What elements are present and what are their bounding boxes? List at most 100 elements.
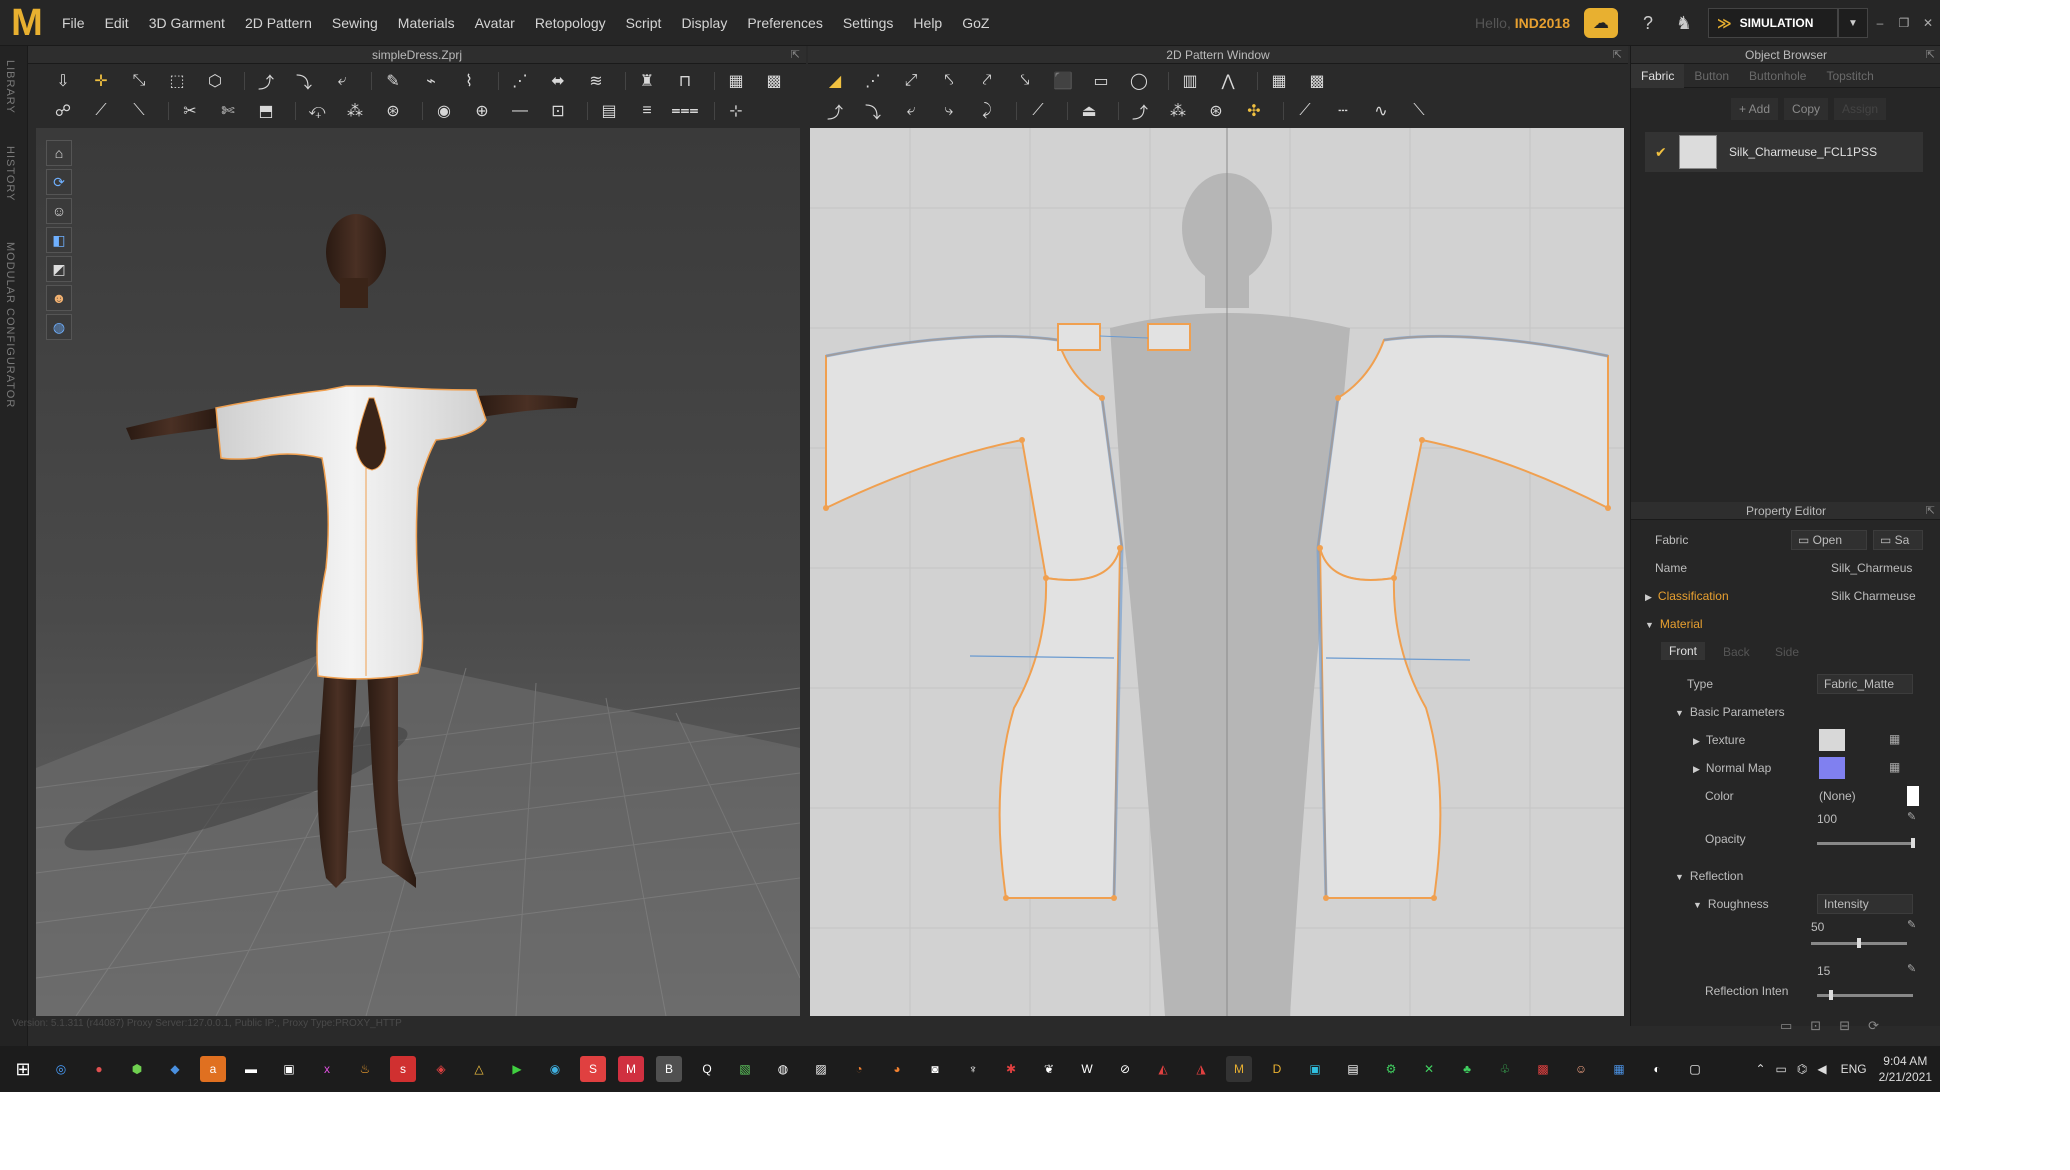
tray-arrow-icon[interactable]: ⌃ <box>1755 1062 1765 1076</box>
rectangle-icon[interactable]: ▭ <box>1086 67 1116 95</box>
snap-icon[interactable]: ⊹ <box>721 97 751 125</box>
arrange-point-icon[interactable]: ⤴ <box>1125 97 1155 125</box>
buttonhole-icon[interactable]: ⊛ <box>378 97 408 125</box>
menu-settings[interactable]: Settings <box>833 0 904 46</box>
app-blender2-icon[interactable]: ◕ <box>884 1056 910 1082</box>
measure-line-icon[interactable]: ⟋ <box>1290 97 1320 125</box>
internal-polygon-icon[interactable]: ▥ <box>1175 67 1205 95</box>
trim-icon[interactable]: ◉ <box>429 97 459 125</box>
app-ds-icon[interactable]: D <box>1264 1056 1290 1082</box>
layout-2d-icon[interactable]: ⊟ <box>1839 1018 1850 1034</box>
lock-icon[interactable]: ⊡ <box>543 97 573 125</box>
menu-materials[interactable]: Materials <box>388 0 465 46</box>
prop-reflection[interactable]: ▼ Reflection <box>1631 862 1940 890</box>
app-sm-icon[interactable]: ▣ <box>276 1056 302 1082</box>
copy-button[interactable]: Copy <box>1784 98 1829 120</box>
tack-icon[interactable]: ⤵ <box>289 67 319 95</box>
scissors-icon[interactable]: ✂ <box>175 97 205 125</box>
grid-2d-icon[interactable]: ▦ <box>1264 67 1294 95</box>
shirt-icon[interactable]: ♜ <box>632 67 662 95</box>
view-globe-icon[interactable]: ◍ <box>46 314 72 340</box>
edit-curve-icon[interactable]: ⤢ <box>896 67 926 95</box>
pattern-button-icon[interactable]: ⁂ <box>1163 97 1193 125</box>
tape-icon[interactable]: ⌇ <box>454 67 484 95</box>
app-circle-icon[interactable]: ⊘ <box>1112 1056 1138 1082</box>
edit-point-icon[interactable]: ⋰ <box>858 67 888 95</box>
cut-icon[interactable]: ✄ <box>213 97 243 125</box>
prop-classification[interactable]: ▶ Classification Silk Charmeuse <box>1631 582 1940 610</box>
menu-sewing[interactable]: Sewing <box>322 0 388 46</box>
prop-roughness[interactable]: ▼ Roughness Intensity <box>1631 890 1940 918</box>
app-uv-icon[interactable]: ♆ <box>960 1056 986 1082</box>
zipper-icon[interactable]: ⤽ <box>302 97 332 125</box>
restore-icon[interactable]: ❐ <box>1892 16 1916 30</box>
tack-remove-icon[interactable]: ⤶ <box>327 67 357 95</box>
app-play-icon[interactable]: ▶ <box>504 1056 530 1082</box>
app-red-icon[interactable]: ● <box>86 1056 112 1082</box>
menu-preferences[interactable]: Preferences <box>737 0 832 46</box>
pen-icon[interactable]: ✎ <box>1907 962 1916 975</box>
app-photo2-icon[interactable]: ▦ <box>1606 1056 1632 1082</box>
app-face-icon[interactable]: ☺ <box>1568 1056 1594 1082</box>
tab-side[interactable]: Side <box>1775 645 1799 659</box>
popout-icon[interactable]: ⇱ <box>791 46 800 64</box>
mode-dropdown-arrow[interactable]: ▼ <box>1838 8 1868 38</box>
pin-icon[interactable]: ⤴ <box>251 67 281 95</box>
menu-2d-pattern[interactable]: 2D Pattern <box>235 0 322 46</box>
side-tab-history[interactable]: HISTORY <box>4 146 16 202</box>
brush-icon[interactable]: ⟋ <box>86 97 116 125</box>
roughness-mode-select[interactable]: Intensity <box>1817 894 1913 914</box>
refresh-icon[interactable]: ⟳ <box>1868 1018 1879 1034</box>
texture-swatch[interactable] <box>1819 729 1845 751</box>
dart-icon[interactable]: ⋀ <box>1213 67 1243 95</box>
side-tab-modular-configurator[interactable]: MODULAR CONFIGURATOR <box>4 242 16 408</box>
tray-language[interactable]: ENG <box>1841 1062 1867 1076</box>
viewport-2d[interactable] <box>810 128 1624 1016</box>
popout-icon[interactable]: ⇱ <box>1613 46 1622 64</box>
transform-icon[interactable]: ⬚ <box>162 67 192 95</box>
seam-remove-icon[interactable]: ⤸ <box>972 97 1002 125</box>
app-r2-icon[interactable]: ◮ <box>1188 1056 1214 1082</box>
view-rotate-icon[interactable]: ⟳ <box>46 169 72 195</box>
seam-multi-icon[interactable]: ⤶ <box>896 97 926 125</box>
popout-icon[interactable]: ⇱ <box>1926 46 1935 64</box>
roughness-slider-knob[interactable] <box>1857 938 1861 948</box>
arrange-icon[interactable]: ⩶ <box>670 97 700 125</box>
stack-icon[interactable]: ≡ <box>632 97 662 125</box>
app-q-icon[interactable]: Q <box>694 1056 720 1082</box>
app-tree2-icon[interactable]: ♧ <box>1492 1056 1518 1082</box>
app-s4-icon[interactable]: S <box>580 1056 606 1082</box>
app-xn-icon[interactable]: x <box>314 1056 340 1082</box>
menu-goz[interactable]: GoZ <box>952 0 999 46</box>
tray-volume-icon[interactable]: ◀ <box>1817 1062 1826 1076</box>
app-wing-icon[interactable]: ❦ <box>1036 1056 1062 1082</box>
app-screen-icon[interactable]: ▢ <box>1682 1056 1708 1082</box>
topstitch-icon[interactable]: ⋰ <box>505 67 535 95</box>
prop-texture[interactable]: ▶ Texture ▦ <box>1631 726 1940 754</box>
name-value[interactable]: Silk_Charmeus <box>1831 561 1931 575</box>
app-blue-icon[interactable]: ◆ <box>162 1056 188 1082</box>
transform-pattern-icon[interactable]: ⤥ <box>1010 67 1040 95</box>
app-x-icon[interactable]: ✕ <box>1416 1056 1442 1082</box>
menu-retopology[interactable]: Retopology <box>525 0 616 46</box>
circle-icon[interactable]: ◯ <box>1124 67 1154 95</box>
tray-clock[interactable]: 9:04 AM 2/21/2021 <box>1879 1053 1932 1085</box>
open-button[interactable]: ▭ Open <box>1791 530 1867 550</box>
fold-icon[interactable]: ⬡ <box>200 67 230 95</box>
view-skin-icon[interactable]: ☻ <box>46 285 72 311</box>
pattern-collar-right[interactable] <box>1147 323 1191 351</box>
menu-edit[interactable]: Edit <box>95 0 139 46</box>
prop-normal-map[interactable]: ▶ Normal Map ▦ <box>1631 754 1940 782</box>
grid-2d-alt-icon[interactable]: ▩ <box>1302 67 1332 95</box>
fold-arrange-icon[interactable]: ⬌ <box>543 67 573 95</box>
app-m2-icon[interactable]: ▤ <box>1340 1056 1366 1082</box>
app-flame-icon[interactable]: ♨ <box>352 1056 378 1082</box>
shirring-icon[interactable]: ≋ <box>581 67 611 95</box>
simulate-icon[interactable]: ⇩ <box>48 67 78 95</box>
pattern-buttonhole-icon[interactable]: ⊛ <box>1201 97 1231 125</box>
view-home-icon[interactable]: ⌂ <box>46 140 72 166</box>
menu-file[interactable]: File <box>52 0 95 46</box>
tab-buttonhole[interactable]: Buttonhole <box>1739 64 1816 88</box>
reflection-slider-knob[interactable] <box>1829 990 1833 1000</box>
add-point-icon[interactable]: ⤤ <box>972 67 1002 95</box>
